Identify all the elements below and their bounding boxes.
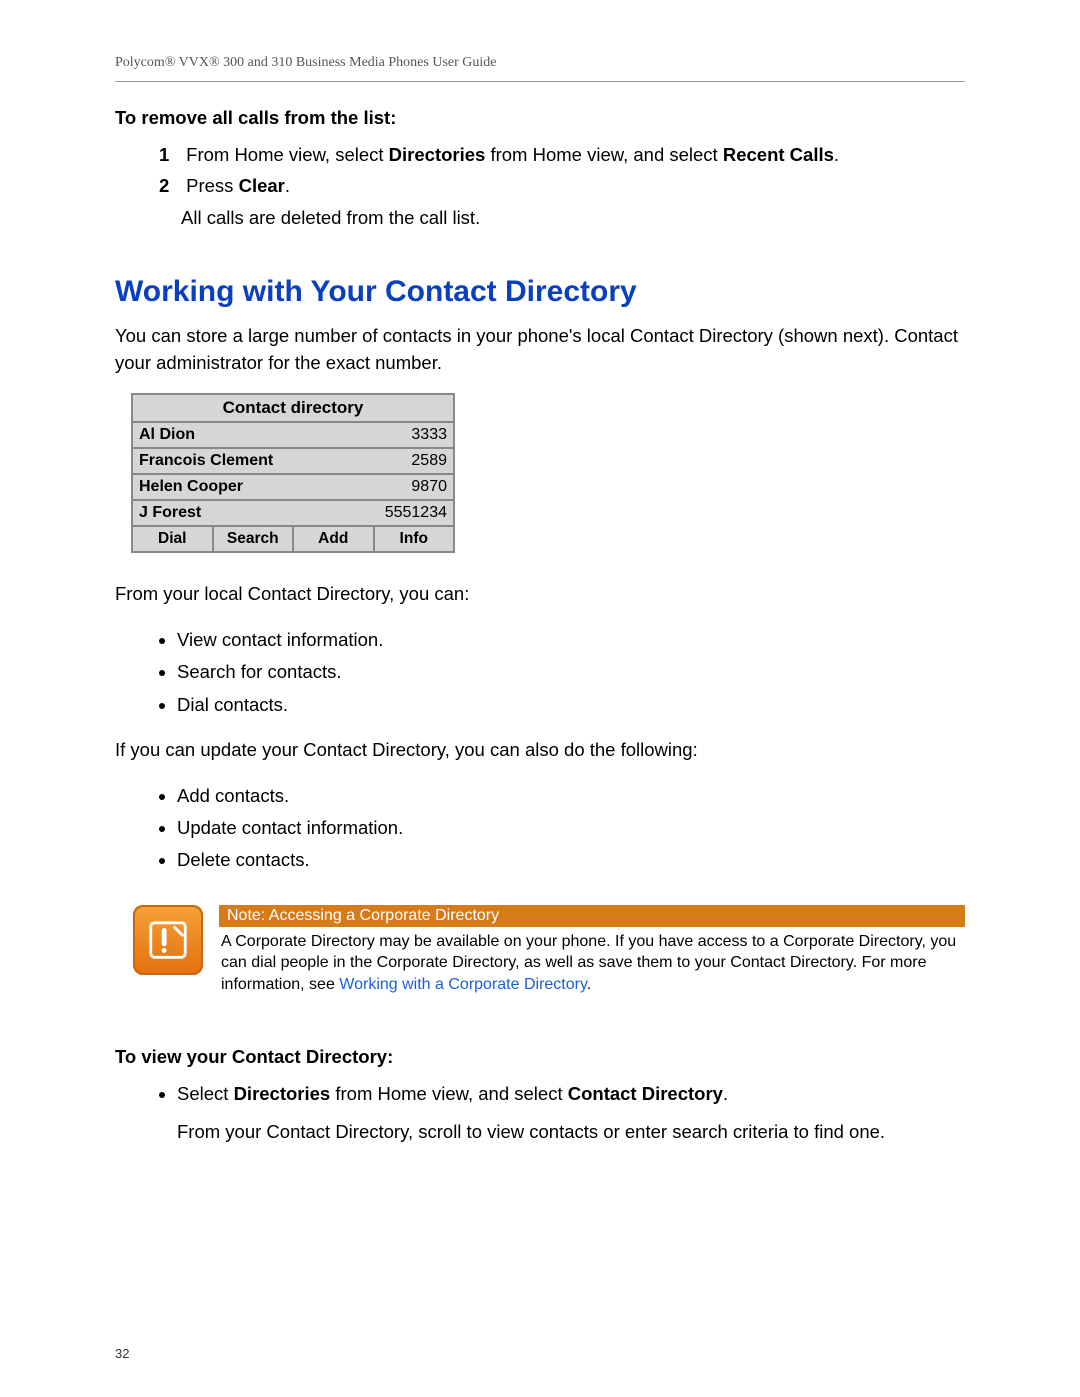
contact-number: 2589 [411,452,447,470]
step-text: Press [186,175,238,196]
section-view-directory-heading: To view your Contact Directory: [115,1046,965,1068]
paragraph: From your local Contact Directory, you c… [115,581,965,608]
contact-number: 3333 [411,426,447,444]
softkey-search: Search [214,527,295,551]
note-link[interactable]: Working with a Corporate Directory [339,976,587,993]
item-text: Select [177,1083,234,1104]
note-icon [133,905,203,975]
item-bold: Contact Directory [568,1083,723,1104]
step-text: From Home view, select [186,144,389,165]
list-item: Update contact information. [177,812,965,844]
list-item: View contact information. [177,624,965,656]
exclamation-note-icon [145,917,191,963]
note-text: A Corporate Directory may be available o… [219,927,965,996]
contact-name: Al Dion [139,426,195,444]
phone-contact-row: Francois Clement 2589 [133,449,453,475]
step-subtext: All calls are deleted from the call list… [159,202,965,233]
step-1: 1 From Home view, select Directories fro… [159,139,965,170]
softkey-dial: Dial [133,527,214,551]
list-item: Select Directories from Home view, and s… [177,1078,965,1149]
step-text: . [834,144,839,165]
paragraph: If you can update your Contact Directory… [115,737,965,764]
phone-softkeys: DialSearchAddInfo [133,527,453,551]
list-item: Dial contacts. [177,689,965,721]
contact-name: Helen Cooper [139,478,243,496]
step-number: 2 [159,170,181,201]
note-title: Note: Accessing a Corporate Directory [219,905,965,927]
page-number: 32 [115,1346,129,1361]
step-2: 2 Press Clear. [159,170,965,201]
page-header: Polycom® VVX® 300 and 310 Business Media… [115,55,965,81]
item-bold: Directories [234,1083,331,1104]
contact-name: J Forest [139,504,201,522]
phone-contact-row: Helen Cooper 9870 [133,475,453,501]
list-item: Add contacts. [177,780,965,812]
capabilities-list: View contact information.Search for cont… [115,624,965,721]
contact-name: Francois Clement [139,452,273,470]
list-item: Delete contacts. [177,844,965,876]
view-directory-steps: Select Directories from Home view, and s… [115,1078,965,1149]
section-heading: Working with Your Contact Directory [115,275,965,309]
intro-paragraph: You can store a large number of contacts… [115,323,965,377]
step-number: 1 [159,139,181,170]
header-rule [115,81,965,82]
softkey-add: Add [294,527,375,551]
section-remove-calls-heading: To remove all calls from the list: [115,107,965,129]
update-capabilities-list: Add contacts.Update contact information.… [115,780,965,877]
item-subtext: From your Contact Directory, scroll to v… [177,1116,965,1148]
phone-contact-row: Al Dion 3333 [133,423,453,449]
list-item: Search for contacts. [177,656,965,688]
note-box: Note: Accessing a Corporate Directory A … [133,905,965,996]
contact-number: 9870 [411,478,447,496]
softkey-info: Info [375,527,454,551]
phone-title: Contact directory [133,395,453,423]
step-text: from Home view, and select [485,144,723,165]
step-bold: Clear [239,175,285,196]
phone-screenshot: Contact directory Al Dion 3333 Francois Cl… [131,393,455,553]
step-bold: Recent Calls [723,144,834,165]
step-bold: Directories [389,144,486,165]
phone-contact-row: J Forest 5551234 [133,501,453,527]
note-body-post: . [587,976,591,993]
contact-number: 5551234 [385,504,447,522]
item-text: from Home view, and select [330,1083,568,1104]
remove-calls-steps: 1 From Home view, select Directories fro… [115,139,965,233]
step-text: . [285,175,290,196]
item-text: . [723,1083,728,1104]
